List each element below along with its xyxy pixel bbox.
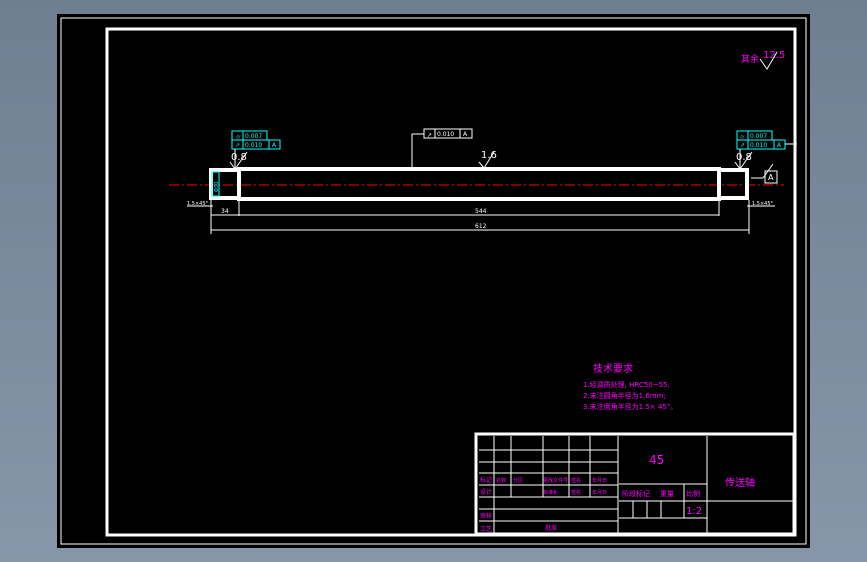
tech-req-item-1: 1.经调质处理, HRC50~55; [583, 380, 670, 389]
left-dia-dim: Φ30 [214, 182, 220, 192]
scale-value: 1:2 [686, 506, 702, 517]
col-mid-0: 标准化 [543, 489, 558, 496]
dim-544: 544 [475, 208, 487, 215]
col-top-4: 年月日 [592, 477, 607, 484]
col-top-1: 分区 [513, 477, 523, 484]
center-runout-value: 0.010 [437, 131, 454, 138]
left-cyl-value: 0.010 [245, 142, 262, 149]
right-runout-value: 0.007 [750, 133, 767, 140]
col-top-2: 更改文件号 [543, 477, 568, 484]
right-cyl-value: 0.010 [750, 142, 767, 149]
left-runout-value: 0.007 [245, 133, 262, 140]
col-mid-2: 年月日 [592, 489, 607, 496]
row-label-0: 标记 [480, 476, 492, 484]
dim-34: 34 [221, 208, 229, 215]
cad-viewport[interactable]: 其余 12.5 Φ30 ⌭ 0.007 ↗ 0.010 A 0.8 ↗ 0.01… [57, 14, 810, 548]
right-runout-icon: ↗ [740, 142, 745, 149]
drawing-canvas[interactable]: 其余 12.5 Φ30 ⌭ 0.007 ↗ 0.010 A 0.8 ↗ 0.01… [57, 14, 810, 548]
center-runout-icon: ↗ [427, 132, 432, 139]
surface-note-label: 其余 [741, 53, 759, 65]
approve-label: 批准 [545, 524, 557, 532]
left-datum-ref: A [272, 142, 277, 149]
shaft-right-journal[interactable] [717, 168, 749, 200]
col-top-0: 处数 [496, 477, 506, 484]
stage-mark-label: 阶段标记 [622, 489, 650, 498]
tech-req-item-3: 3.未注倒角半径为1.5× 45°。 [583, 402, 677, 411]
sheet-outer-border [60, 17, 807, 545]
row-label-2: 审核 [480, 512, 492, 520]
center-datum-ref: A [463, 131, 468, 138]
part-name: 传送轴 [725, 476, 755, 489]
datum-a-label: A [768, 173, 774, 182]
col-mid-1: 签名 [571, 489, 581, 496]
row-label-3: 工艺 [480, 525, 492, 533]
right-cylindricity-icon: ⌭ [740, 134, 745, 141]
ratio-label: 比例 [686, 489, 700, 498]
surface-note-value: 12.5 [763, 50, 785, 61]
dim-612: 612 [475, 223, 487, 230]
runout-icon: ↗ [235, 142, 240, 149]
col-top-3: 签名 [571, 477, 581, 484]
left-roughness-value: 0.8 [231, 152, 247, 163]
row-label-1: 设计 [480, 488, 492, 496]
shaft-body[interactable] [237, 167, 721, 201]
right-roughness-value: 0.8 [736, 152, 752, 163]
tech-req-title: 技术要求 [593, 362, 633, 375]
material-value: 45 [649, 453, 664, 467]
cylindricity-icon: ⌭ [236, 134, 241, 141]
right-datum-ref: A [777, 142, 782, 149]
tech-req-item-2: 2.未注圆角半径为1.6mm; [583, 391, 666, 400]
weight-label: 重量 [660, 490, 674, 498]
sheet-frame [105, 27, 797, 537]
